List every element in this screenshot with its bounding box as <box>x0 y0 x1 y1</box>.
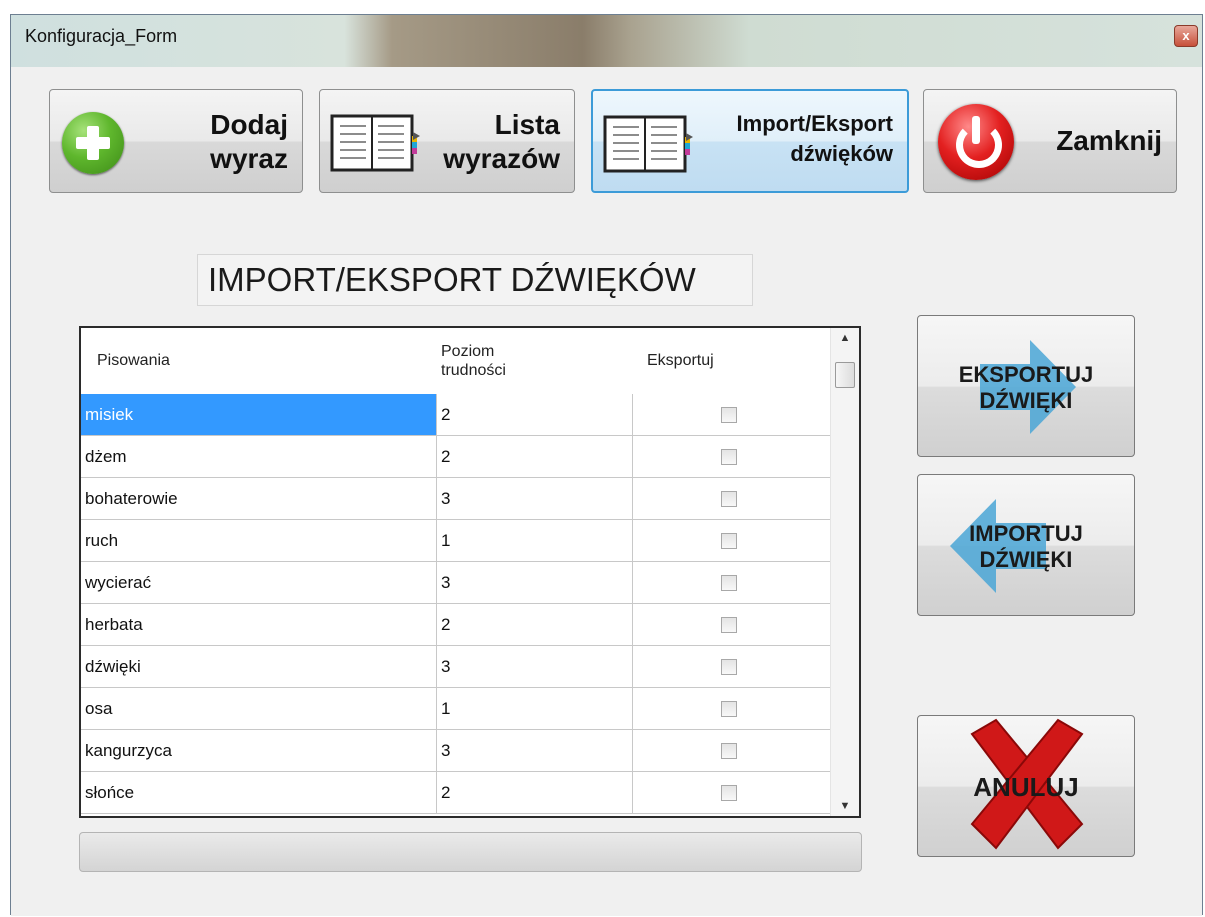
word-list-label: Lista wyrazów <box>443 109 560 174</box>
close-app-label: Zamknij <box>1056 125 1162 156</box>
column-header-level[interactable]: Poziom trudności <box>441 328 631 394</box>
word-cell[interactable]: ruch <box>81 520 437 562</box>
word-cell[interactable]: słońce <box>81 772 437 814</box>
export-sounds-button[interactable]: EKSPORTUJ DŹWIĘKI <box>917 315 1135 457</box>
column-header-export[interactable]: Eksportuj <box>647 328 831 394</box>
word-list-button[interactable]: Lista wyrazów <box>319 89 575 193</box>
title-bar[interactable]: Konfiguracja_Form x <box>11 15 1202 67</box>
table-row[interactable]: wycierać 3 <box>81 562 831 604</box>
export-cell <box>633 772 831 814</box>
level-cell[interactable]: 2 <box>437 772 633 814</box>
word-cell[interactable]: misiek <box>81 394 437 436</box>
table-row[interactable]: dźwięki 3 <box>81 646 831 688</box>
export-cell <box>633 646 831 688</box>
export-cell <box>633 478 831 520</box>
table-row[interactable]: kangurzyca 3 <box>81 730 831 772</box>
export-checkbox[interactable] <box>721 407 737 423</box>
export-cell <box>633 604 831 646</box>
plus-icon <box>62 112 124 174</box>
scroll-down-icon[interactable]: ▼ <box>831 800 859 812</box>
level-cell[interactable]: 3 <box>437 478 633 520</box>
table-row[interactable]: dżem 2 <box>81 436 831 478</box>
column-header-word[interactable]: Pisowania <box>97 328 427 394</box>
export-checkbox[interactable] <box>721 743 737 759</box>
words-table: Pisowania Poziom trudności Eksportuj mis… <box>79 326 861 818</box>
export-cell <box>633 520 831 562</box>
cancel-label: ANULUJ <box>973 772 1079 802</box>
export-checkbox[interactable] <box>721 491 737 507</box>
book-icon <box>330 114 420 172</box>
main-window: Konfiguracja_Form x Dodaj wyraz Lista wy… <box>10 14 1203 916</box>
progress-bar <box>79 832 862 872</box>
export-cell <box>633 562 831 604</box>
power-icon <box>938 104 1014 180</box>
add-word-label: Dodaj wyraz <box>210 109 288 174</box>
window-title: Konfiguracja_Form <box>25 26 178 46</box>
scroll-thumb[interactable] <box>835 362 855 388</box>
export-cell <box>633 688 831 730</box>
scroll-up-icon[interactable]: ▲ <box>831 332 859 344</box>
table-row[interactable]: ruch 1 <box>81 520 831 562</box>
export-cell <box>633 436 831 478</box>
client-area: Dodaj wyraz Lista wyrazów Import/Eksport… <box>11 67 1202 916</box>
import-sounds-label: IMPORTUJ DŹWIĘKI <box>969 521 1083 572</box>
table-row[interactable]: słońce 2 <box>81 772 831 814</box>
word-cell[interactable]: dźwięki <box>81 646 437 688</box>
export-checkbox[interactable] <box>721 575 737 591</box>
word-cell[interactable]: osa <box>81 688 437 730</box>
page-title: IMPORT/EKSPORT DŹWIĘKÓW <box>197 254 753 306</box>
export-cell <box>633 394 831 436</box>
level-cell[interactable]: 2 <box>437 394 633 436</box>
table-row[interactable]: herbata 2 <box>81 604 831 646</box>
export-checkbox[interactable] <box>721 659 737 675</box>
level-cell[interactable]: 2 <box>437 604 633 646</box>
level-cell[interactable]: 2 <box>437 436 633 478</box>
word-cell[interactable]: wycierać <box>81 562 437 604</box>
add-word-button[interactable]: Dodaj wyraz <box>49 89 303 193</box>
level-cell[interactable]: 3 <box>437 730 633 772</box>
table-row[interactable]: misiek 2 <box>81 394 831 436</box>
table-row[interactable]: osa 1 <box>81 688 831 730</box>
export-checkbox[interactable] <box>721 449 737 465</box>
export-sounds-label: EKSPORTUJ DŹWIĘKI <box>958 362 1094 413</box>
word-cell[interactable]: dżem <box>81 436 437 478</box>
import-export-label: Import/Eksport dźwięków <box>736 111 893 166</box>
import-sounds-button[interactable]: IMPORTUJ DŹWIĘKI <box>917 474 1135 616</box>
word-cell[interactable]: bohaterowie <box>81 478 437 520</box>
table-header: Pisowania Poziom trudności Eksportuj <box>81 328 831 395</box>
export-checkbox[interactable] <box>721 701 737 717</box>
export-checkbox[interactable] <box>721 533 737 549</box>
table-vertical-scrollbar[interactable]: ▲ ▼ <box>830 328 859 816</box>
close-window-button[interactable]: x <box>1174 25 1198 47</box>
word-cell[interactable]: kangurzyca <box>81 730 437 772</box>
level-cell[interactable]: 3 <box>437 562 633 604</box>
export-cell <box>633 730 831 772</box>
export-checkbox[interactable] <box>721 617 737 633</box>
level-cell[interactable]: 3 <box>437 646 633 688</box>
table-row[interactable]: bohaterowie 3 <box>81 478 831 520</box>
book-icon <box>603 115 693 173</box>
import-export-button[interactable]: Import/Eksport dźwięków <box>591 89 909 193</box>
cancel-button[interactable]: ANULUJ <box>917 715 1135 857</box>
export-checkbox[interactable] <box>721 785 737 801</box>
level-cell[interactable]: 1 <box>437 688 633 730</box>
close-app-button[interactable]: Zamknij <box>923 89 1177 193</box>
word-cell[interactable]: herbata <box>81 604 437 646</box>
level-cell[interactable]: 1 <box>437 520 633 562</box>
